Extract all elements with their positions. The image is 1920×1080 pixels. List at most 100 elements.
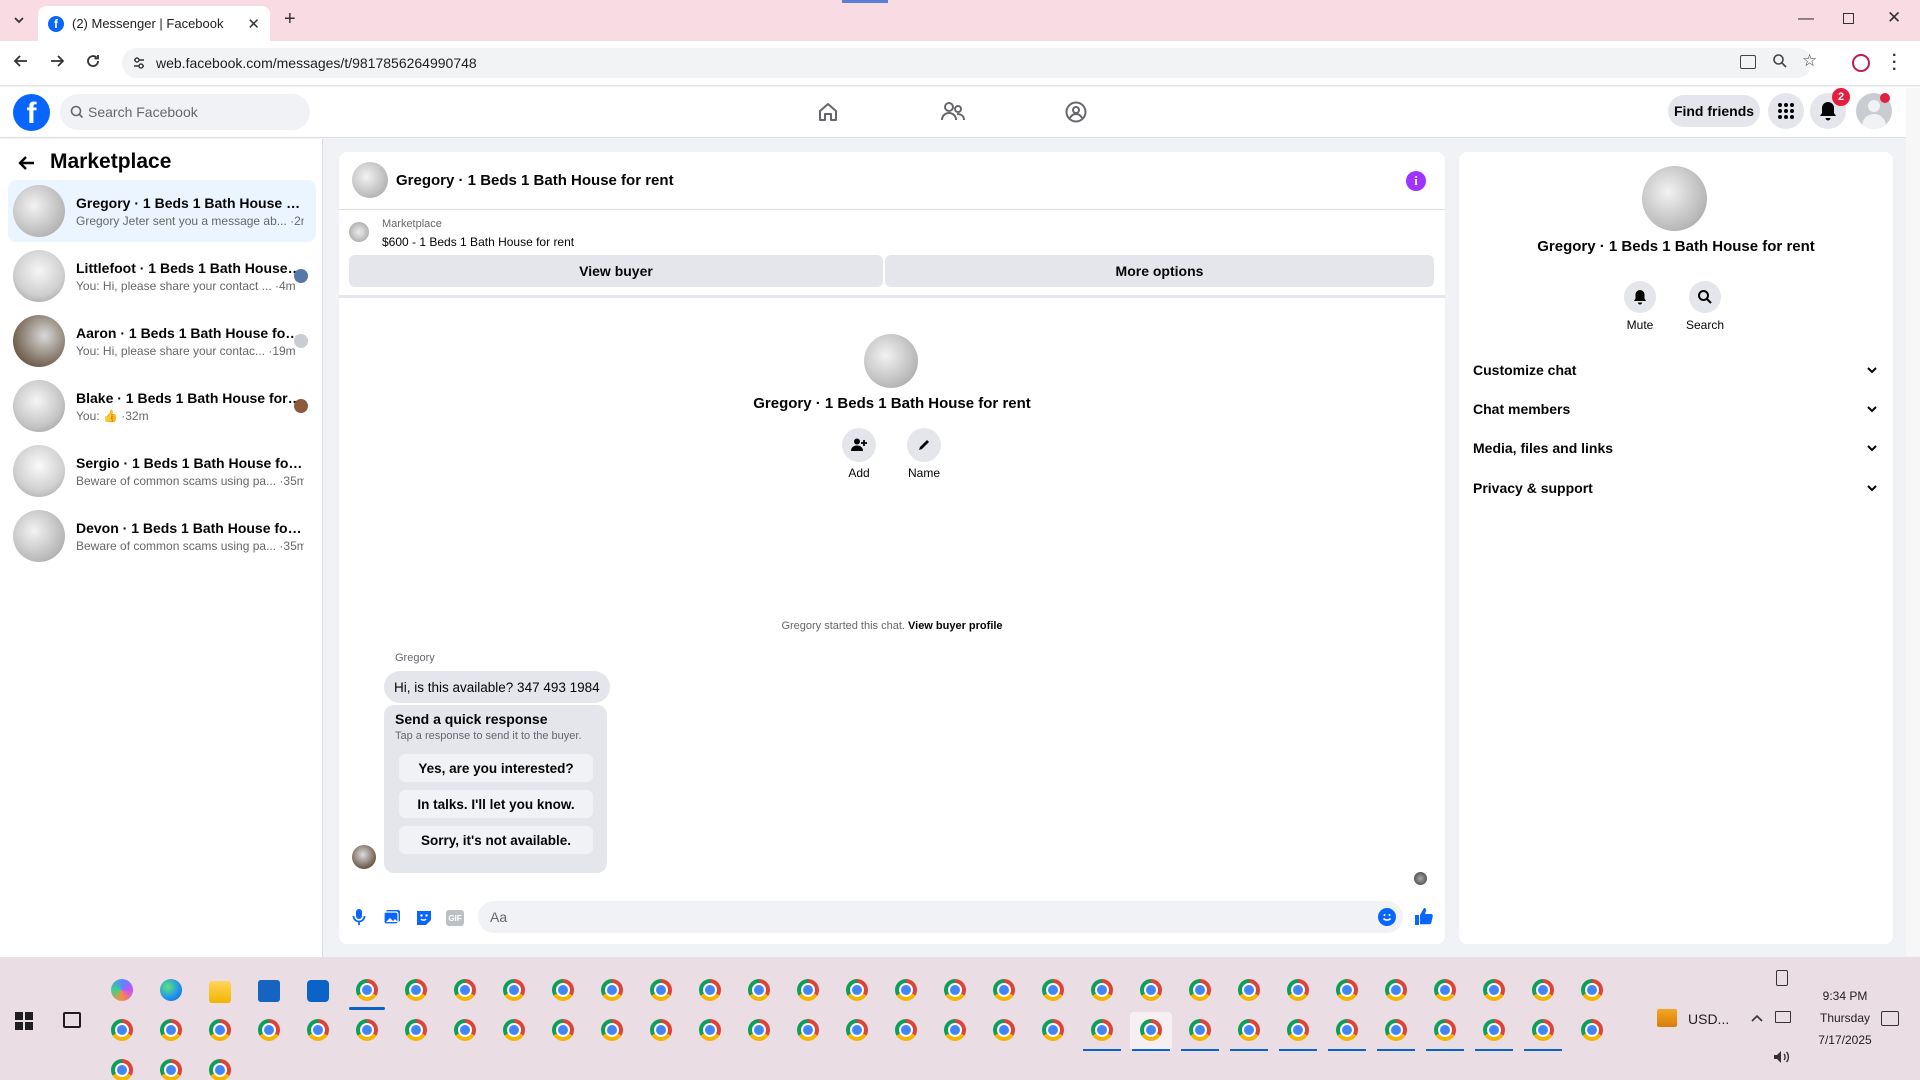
new-tab-icon[interactable]: + <box>284 8 296 31</box>
microsoft-store-icon[interactable] <box>258 980 280 1002</box>
message-bubble[interactable]: Hi, is this available? 347 493 1984 <box>384 671 610 703</box>
chrome-icon[interactable] <box>1434 979 1456 1001</box>
conversation-avatar[interactable] <box>352 162 388 198</box>
copilot-icon[interactable] <box>111 979 133 1001</box>
find-friends-button[interactable]: Find friends <box>1668 95 1760 127</box>
chrome-icon[interactable] <box>552 1019 574 1041</box>
chrome-icon[interactable] <box>1581 1019 1603 1041</box>
facebook-search-input[interactable]: Search Facebook <box>60 94 310 130</box>
outlook-icon[interactable] <box>307 980 329 1002</box>
groups-icon[interactable] <box>1064 100 1088 124</box>
chrome-icon[interactable] <box>111 1059 133 1080</box>
chrome-icon[interactable] <box>356 979 378 1001</box>
chrome-icon[interactable] <box>748 979 770 1001</box>
chrome-icon[interactable] <box>1287 1019 1309 1041</box>
chrome-icon[interactable] <box>1581 979 1603 1001</box>
photo-icon[interactable] <box>383 909 401 925</box>
windows-start-icon[interactable] <box>15 1012 33 1030</box>
chrome-icon[interactable] <box>1385 1019 1407 1041</box>
message-input[interactable]: Aa <box>478 901 1403 933</box>
forward-icon[interactable] <box>48 52 66 70</box>
chat-item-littlefoot[interactable]: Littlefoot · 1 Beds 1 Bath House f... Yo… <box>8 245 316 307</box>
chrome-icon[interactable] <box>160 1059 182 1080</box>
emoji-icon[interactable] <box>1378 908 1396 926</box>
chrome-icon[interactable] <box>650 979 672 1001</box>
sticker-icon[interactable] <box>415 909 433 927</box>
chrome-icon[interactable] <box>405 1019 427 1041</box>
chrome-icon[interactable] <box>846 1019 868 1041</box>
chrome-icon[interactable] <box>160 1019 182 1041</box>
chat-item-sergio[interactable]: Sergio · 1 Beds 1 Bath House for rent Be… <box>8 440 316 502</box>
chrome-icon[interactable] <box>405 979 427 1001</box>
edge-icon[interactable] <box>160 979 182 1001</box>
chrome-icon[interactable] <box>454 1019 476 1041</box>
back-arrow-icon[interactable] <box>17 153 37 173</box>
mute-button[interactable] <box>1624 281 1656 313</box>
quick-response-not-available[interactable]: Sorry, it's not available. <box>399 826 593 854</box>
edit-name-button[interactable] <box>907 428 941 462</box>
chrome-icon[interactable] <box>601 979 623 1001</box>
chrome-icon[interactable] <box>1140 979 1162 1001</box>
chrome-icon[interactable] <box>748 1019 770 1041</box>
chrome-icon[interactable] <box>895 979 917 1001</box>
privacy-support-section[interactable]: Privacy & support <box>1473 476 1878 500</box>
chrome-icon[interactable] <box>944 1019 966 1041</box>
chrome-icon[interactable] <box>1091 979 1113 1001</box>
chrome-icon[interactable] <box>1091 1019 1113 1041</box>
chat-item-aaron[interactable]: Aaron · 1 Beds 1 Bath House for ... You:… <box>8 310 316 372</box>
chrome-icon[interactable] <box>797 1019 819 1041</box>
chrome-icon[interactable] <box>846 979 868 1001</box>
chat-item-blake[interactable]: Blake · 1 Beds 1 Bath House for r... You… <box>8 375 316 437</box>
chrome-icon[interactable] <box>1532 979 1554 1001</box>
conversation-title[interactable]: Gregory · 1 Beds 1 Bath House for rent <box>396 172 674 189</box>
clock-date[interactable]: 7/17/2025 <box>1790 1033 1900 1047</box>
currency-widget-icon[interactable] <box>1657 1009 1677 1027</box>
chevron-up-icon[interactable] <box>1751 1013 1763 1023</box>
chrome-icon[interactable] <box>699 979 721 1001</box>
chrome-icon[interactable] <box>993 979 1015 1001</box>
page-scrollbar[interactable] <box>1906 88 1920 956</box>
file-explorer-icon[interactable] <box>209 981 231 1003</box>
gif-icon[interactable]: GIF <box>446 910 464 926</box>
microphone-icon[interactable] <box>352 908 366 926</box>
customize-chat-section[interactable]: Customize chat <box>1473 358 1878 382</box>
chrome-icon[interactable] <box>1238 1019 1260 1041</box>
search-in-chat-button[interactable] <box>1689 281 1721 313</box>
url-bar[interactable]: web.facebook.com/messages/t/981785626499… <box>122 48 1817 78</box>
chrome-icon[interactable] <box>552 979 574 1001</box>
chat-item-gregory[interactable]: Gregory · 1 Beds 1 Bath House for ... Gr… <box>8 180 316 242</box>
chat-members-section[interactable]: Chat members <box>1473 397 1878 421</box>
home-icon[interactable] <box>816 100 840 124</box>
chrome-icon[interactable] <box>1483 1019 1505 1041</box>
tab-list-chevron-icon[interactable] <box>12 13 26 27</box>
chrome-icon[interactable] <box>1238 979 1260 1001</box>
chrome-icon[interactable] <box>111 1019 133 1041</box>
chrome-icon[interactable] <box>1287 979 1309 1001</box>
browser-tab[interactable]: f (2) Messenger | Facebook ✕ <box>38 6 270 41</box>
browser-menu-icon[interactable]: · · · <box>1892 48 1897 78</box>
quick-response-yes[interactable]: Yes, are you interested? <box>399 754 593 782</box>
chrome-icon[interactable] <box>454 979 476 1001</box>
volume-icon[interactable] <box>1773 1050 1791 1064</box>
chrome-icon[interactable] <box>1483 979 1505 1001</box>
chrome-icon[interactable] <box>503 979 525 1001</box>
view-buyer-button[interactable]: View buyer <box>349 255 883 287</box>
chrome-icon[interactable] <box>258 1019 280 1041</box>
chrome-icon[interactable] <box>895 1019 917 1041</box>
friends-icon[interactable] <box>940 100 966 124</box>
chrome-icon[interactable] <box>1385 979 1407 1001</box>
chrome-icon[interactable] <box>503 1019 525 1041</box>
currency-widget-label[interactable]: USD... <box>1688 1011 1729 1027</box>
chrome-icon[interactable] <box>209 1019 231 1041</box>
device-icon[interactable] <box>1776 970 1788 986</box>
chrome-icon[interactable] <box>650 1019 672 1041</box>
profile-icon[interactable] <box>1852 54 1870 72</box>
chrome-icon[interactable] <box>356 1019 378 1041</box>
info-icon[interactable]: i <box>1406 171 1426 191</box>
chrome-icon[interactable] <box>1042 979 1064 1001</box>
zoom-icon[interactable] <box>1772 53 1788 69</box>
close-tab-icon[interactable]: ✕ <box>247 15 260 33</box>
like-thumbs-up-icon[interactable] <box>1414 906 1434 926</box>
close-window-icon[interactable]: ✕ <box>1887 8 1901 28</box>
back-icon[interactable] <box>12 52 30 70</box>
